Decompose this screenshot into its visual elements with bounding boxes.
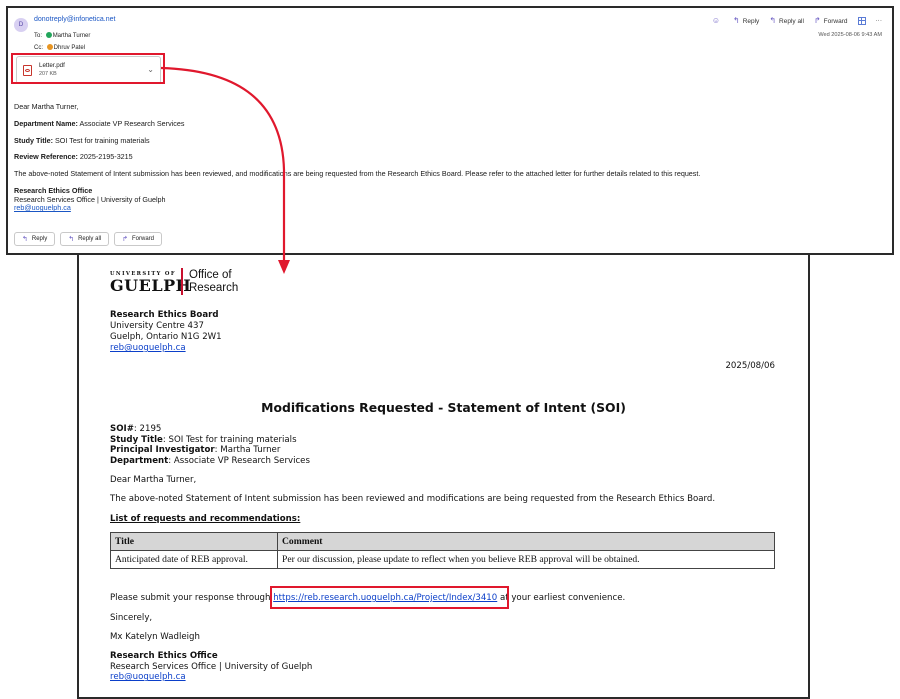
- logo-office-line1: Office of: [189, 269, 232, 281]
- header-reply-all-label: Reply all: [779, 18, 804, 25]
- email-dept-label: Department Name:: [14, 118, 78, 128]
- letter-pdf-page: UNIVERSITY OF GUELPH Office of Research …: [77, 246, 810, 699]
- soi-dept-label: Department: [110, 455, 169, 466]
- table-cell-title: Anticipated date of REB approval.: [110, 550, 278, 569]
- board-email-link[interactable]: reb@uoguelph.ca: [110, 343, 186, 353]
- soi-pi: Principal Investigator: Martha Turner: [110, 445, 310, 456]
- email-department: Department Name: Associate VP Research S…: [14, 116, 700, 133]
- soi-department: Department: Associate VP Research Servic…: [110, 456, 310, 467]
- presence-away-icon: [46, 44, 53, 50]
- email-study-title: Study Title: SOI Test for training mater…: [14, 133, 700, 150]
- attachment-highlight-box: [11, 53, 165, 84]
- reply-icon: ↰: [22, 236, 28, 243]
- letter-title: Modifications Requested - Statement of I…: [261, 400, 626, 415]
- logo-divider: [181, 268, 183, 295]
- list-heading: List of requests and recommendations:: [110, 514, 301, 524]
- board-address-line1: University Centre 437: [110, 321, 204, 331]
- smiley-icon[interactable]: ☺: [712, 16, 720, 25]
- board-address-line2: Guelph, Ontario N1G 2W1: [110, 332, 222, 342]
- soi-number: SOI#: 2195: [110, 424, 310, 435]
- letter-paragraph: The above-noted Statement of Intent subm…: [110, 494, 716, 504]
- reply-all-button-label: Reply all: [78, 236, 102, 242]
- email-ref-value: 2025-2195-3215: [79, 152, 133, 162]
- soi-details: SOI#: 2195 Study Title: SOI Test for tra…: [110, 424, 310, 466]
- email-message-text: The above-noted Statement of Intent subm…: [14, 169, 701, 179]
- sender-address[interactable]: donotreply@infonetica.net: [34, 16, 115, 23]
- message-timestamp: Wed 2025-08-06 9:43 AM: [818, 32, 882, 38]
- soi-number-value: : 2195: [133, 424, 162, 434]
- reply-all-button[interactable]: ↰ Reply all: [60, 232, 110, 246]
- board-address: Research Ethics Board University Centre …: [110, 310, 222, 354]
- table-cell-comment: Per our discussion, please update to ref…: [277, 550, 775, 569]
- logo-guelph: GUELPH: [110, 276, 192, 295]
- forward-button[interactable]: ↱ Forward: [114, 232, 162, 246]
- requests-table: Title Comment Anticipated date of REB ap…: [110, 532, 775, 569]
- cc-recipient[interactable]: Dhruv Patel: [54, 45, 85, 51]
- header-reply-all-button[interactable]: ↰ Reply all: [769, 16, 804, 25]
- logo-office-line2: Research: [189, 281, 239, 294]
- header-reply-button[interactable]: ↰ Reply: [733, 16, 759, 25]
- reply-icon: ↰: [732, 16, 740, 25]
- cc-line: Cc: Dhruv Patel: [34, 44, 85, 51]
- reply-button[interactable]: ↰ Reply: [14, 232, 56, 246]
- email-sig-link[interactable]: reb@uoguelph.ca: [14, 203, 71, 212]
- reply-button-label: Reply: [31, 236, 48, 242]
- header-forward-button[interactable]: ↱ Forward: [814, 16, 848, 25]
- office-name: Research Ethics Office: [110, 651, 218, 661]
- forward-button-label: Forward: [131, 236, 154, 242]
- url-highlight-box: [270, 586, 509, 609]
- table-row: Anticipated date of REB approval. Per ou…: [110, 550, 775, 569]
- soi-study-value: : SOI Test for training materials: [162, 434, 297, 445]
- to-line: To: Martha Turner: [34, 32, 90, 39]
- signer-name: Mx Katelyn Wadleigh: [110, 632, 200, 642]
- email-study-value: SOI Test for training materials: [55, 135, 150, 145]
- email-ref-label: Review Reference:: [14, 152, 78, 162]
- reply-bar: ↰ Reply ↰ Reply all ↱ Forward: [14, 232, 162, 246]
- office-email-link[interactable]: reb@uoguelph.ca: [110, 672, 186, 682]
- to-recipient[interactable]: Martha Turner: [53, 33, 91, 39]
- soi-pi-value: : Martha Turner: [214, 445, 281, 456]
- email-dept-value: Associate VP Research Services: [79, 118, 185, 128]
- header-forward-label: Forward: [823, 18, 848, 25]
- logo-office-text: Office of Research: [189, 269, 238, 294]
- letter-signature: Research Ethics Office Research Services…: [110, 651, 312, 683]
- soi-study-label: Study Title: [110, 434, 163, 445]
- message-actions: ☺ ↰ Reply ↰ Reply all ↱ Forward ···: [712, 16, 882, 25]
- email-message-panel: D donotreply@infonetica.net To: Martha T…: [6, 6, 894, 255]
- email-review-reference: Review Reference: 2025-2195-3215: [14, 149, 700, 166]
- soi-study-title: Study Title: SOI Test for training mater…: [110, 435, 310, 446]
- presence-available-icon: [45, 32, 52, 38]
- soi-dept-value: : Associate VP Research Services: [168, 455, 310, 466]
- reply-all-icon: ↰: [68, 236, 75, 243]
- board-name: Research Ethics Board: [110, 310, 219, 320]
- letter-date: 2025/08/06: [725, 361, 775, 371]
- more-options-button[interactable]: ···: [876, 17, 883, 24]
- sincerely: Sincerely,: [110, 613, 153, 623]
- email-signature: Research Ethics Office Research Services…: [14, 186, 700, 213]
- letter-greeting: Dear Martha Turner,: [110, 475, 197, 485]
- soi-number-label: SOI#: [110, 424, 134, 434]
- table-header-row: Title Comment: [110, 532, 775, 551]
- email-greeting: Dear Martha Turner,: [14, 102, 79, 111]
- reply-all-icon: ↰: [769, 16, 777, 25]
- to-label: To:: [34, 33, 43, 39]
- header-reply-label: Reply: [742, 18, 760, 25]
- forward-icon: ↱: [813, 16, 821, 25]
- table-header-title: Title: [110, 532, 278, 551]
- soi-pi-label: Principal Investigator: [110, 445, 215, 456]
- office-org: Research Services Office | University of…: [110, 661, 313, 672]
- email-study-label: Study Title:: [14, 135, 54, 145]
- apps-grid-icon[interactable]: [857, 16, 866, 25]
- cc-label: Cc:: [34, 45, 43, 51]
- sender-avatar: D: [14, 18, 28, 32]
- submit-after: at your earliest convenience.: [497, 593, 626, 603]
- forward-icon: ↱: [122, 236, 128, 243]
- submit-before: Please submit your response through: [110, 593, 274, 603]
- table-header-comment: Comment: [277, 532, 775, 551]
- email-body: Dear Martha Turner, Department Name: Ass…: [14, 99, 700, 213]
